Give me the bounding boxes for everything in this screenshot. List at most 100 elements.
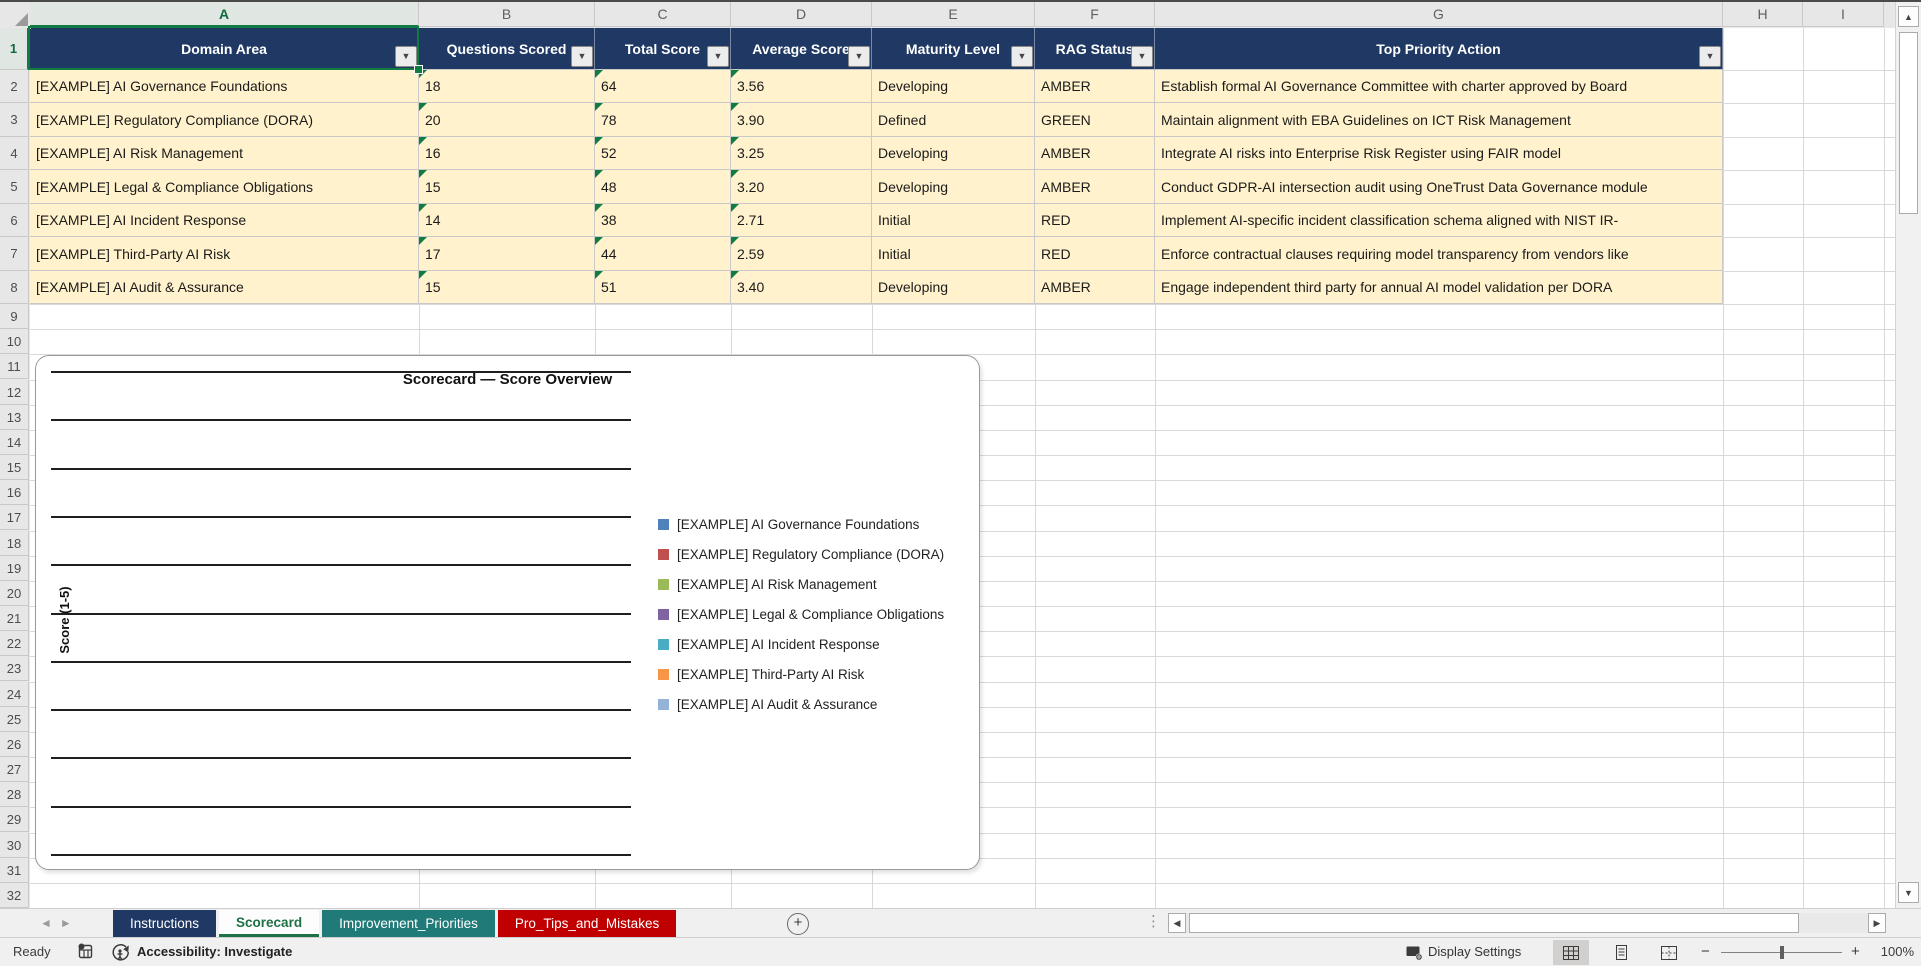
- table-cell[interactable]: 16: [419, 137, 595, 170]
- row-header-23[interactable]: 23: [0, 656, 29, 682]
- row-header-6[interactable]: 6: [0, 204, 29, 237]
- filter-dropdown-button[interactable]: ▼: [1699, 46, 1721, 67]
- table-cell[interactable]: Engage independent third party for annua…: [1155, 271, 1723, 304]
- filter-dropdown-button[interactable]: ▼: [707, 46, 729, 67]
- table-cell[interactable]: [EXAMPLE] AI Governance Foundations: [30, 70, 419, 103]
- column-header-C[interactable]: C: [595, 2, 731, 27]
- table-cell[interactable]: Integrate AI risks into Enterprise Risk …: [1155, 137, 1723, 170]
- row-header-1[interactable]: 1: [0, 28, 29, 70]
- sheet-tab-instructions[interactable]: Instructions: [113, 910, 217, 937]
- table-cell[interactable]: 15: [419, 271, 595, 304]
- table-header-cell[interactable]: Maturity Level ▼: [872, 28, 1035, 70]
- table-cell[interactable]: Defined: [872, 103, 1035, 137]
- table-cell[interactable]: 3.20: [731, 170, 872, 204]
- sheet-tab-pro_tips_and_mistakes[interactable]: Pro_Tips_and_Mistakes: [497, 910, 677, 937]
- table-cell[interactable]: 3.25: [731, 137, 872, 170]
- row-header-3[interactable]: 3: [0, 103, 29, 137]
- row-header-22[interactable]: 22: [0, 631, 29, 657]
- table-cell[interactable]: 2.59: [731, 237, 872, 271]
- scroll-down-button[interactable]: ▼: [1898, 882, 1919, 903]
- table-cell[interactable]: [EXAMPLE] Regulatory Compliance (DORA): [30, 103, 419, 137]
- table-cell[interactable]: 52: [595, 137, 731, 170]
- page-break-view-button[interactable]: [1651, 940, 1687, 965]
- row-header-9[interactable]: 9: [0, 304, 29, 330]
- zoom-in-button[interactable]: +: [1851, 943, 1860, 960]
- row-header-11[interactable]: 11: [0, 354, 29, 380]
- table-cell[interactable]: 38: [595, 204, 731, 237]
- tab-scroll-left-icon[interactable]: ◄: [40, 916, 60, 930]
- zoom-slider-thumb[interactable]: [1780, 946, 1784, 959]
- row-header-21[interactable]: 21: [0, 606, 29, 632]
- filter-dropdown-button[interactable]: ▼: [395, 46, 417, 67]
- row-header-8[interactable]: 8: [0, 271, 29, 304]
- table-cell[interactable]: Conduct GDPR-AI intersection audit using…: [1155, 170, 1723, 204]
- column-header-I[interactable]: I: [1803, 2, 1884, 27]
- row-header-19[interactable]: 19: [0, 555, 29, 581]
- row-header-18[interactable]: 18: [0, 530, 29, 556]
- table-cell[interactable]: Developing: [872, 170, 1035, 204]
- table-header-cell[interactable]: Top Priority Action ▼: [1155, 28, 1723, 70]
- row-header-26[interactable]: 26: [0, 731, 29, 757]
- row-header-25[interactable]: 25: [0, 706, 29, 732]
- column-header-B[interactable]: B: [419, 2, 595, 27]
- table-cell[interactable]: 3.56: [731, 70, 872, 103]
- table-cell[interactable]: RED: [1035, 237, 1155, 271]
- scroll-left-button[interactable]: ◀: [1168, 913, 1186, 933]
- filter-dropdown-button[interactable]: ▼: [1011, 46, 1033, 67]
- normal-view-button[interactable]: [1553, 940, 1589, 965]
- sheet-tab-scorecard[interactable]: Scorecard: [219, 910, 320, 937]
- table-cell[interactable]: Developing: [872, 271, 1035, 304]
- table-cell[interactable]: [EXAMPLE] AI Incident Response: [30, 204, 419, 237]
- table-header-cell[interactable]: Domain Area ▼: [30, 28, 419, 70]
- fill-handle[interactable]: [414, 65, 423, 74]
- table-header-cell[interactable]: Total Score ▼: [595, 28, 731, 70]
- table-cell[interactable]: 17: [419, 237, 595, 271]
- scroll-right-button[interactable]: ▶: [1868, 913, 1886, 933]
- sheet-tab-improvement_priorities[interactable]: Improvement_Priorities: [322, 910, 495, 937]
- row-header-7[interactable]: 7: [0, 237, 29, 271]
- table-cell[interactable]: [EXAMPLE] Legal & Compliance Obligations: [30, 170, 419, 204]
- filter-dropdown-button[interactable]: ▼: [1131, 46, 1153, 67]
- row-header-10[interactable]: 10: [0, 329, 29, 355]
- table-cell[interactable]: AMBER: [1035, 271, 1155, 304]
- tab-splitter-handle[interactable]: ⋮: [1146, 912, 1161, 930]
- vertical-scrollbar-thumb[interactable]: [1899, 32, 1918, 214]
- column-header-F[interactable]: F: [1035, 2, 1155, 27]
- row-header-24[interactable]: 24: [0, 681, 29, 707]
- column-header-H[interactable]: H: [1723, 2, 1803, 27]
- table-cell[interactable]: Enforce contractual clauses requiring mo…: [1155, 237, 1723, 271]
- chart-object[interactable]: Scorecard — Score Overview Score (1-5) […: [35, 355, 980, 870]
- filter-dropdown-button[interactable]: ▼: [571, 46, 593, 67]
- table-cell[interactable]: 14: [419, 204, 595, 237]
- table-cell[interactable]: Implement AI-specific incident classific…: [1155, 204, 1723, 237]
- sheet-nav-arrows[interactable]: ◄►: [40, 916, 80, 930]
- table-header-cell[interactable]: RAG Status ▼: [1035, 28, 1155, 70]
- row-header-28[interactable]: 28: [0, 782, 29, 808]
- table-cell[interactable]: [EXAMPLE] Third-Party AI Risk: [30, 237, 419, 271]
- table-cell[interactable]: 3.40: [731, 271, 872, 304]
- row-header-27[interactable]: 27: [0, 757, 29, 783]
- row-header-4[interactable]: 4: [0, 137, 29, 170]
- row-header-32[interactable]: 32: [0, 882, 29, 908]
- page-layout-view-button[interactable]: [1603, 940, 1639, 965]
- accessibility-status-label[interactable]: Accessibility: Investigate: [137, 944, 292, 959]
- column-header-G[interactable]: G: [1155, 2, 1723, 27]
- table-cell[interactable]: Maintain alignment with EBA Guidelines o…: [1155, 103, 1723, 137]
- table-cell[interactable]: AMBER: [1035, 137, 1155, 170]
- zoom-out-button[interactable]: −: [1701, 943, 1710, 960]
- table-cell[interactable]: Developing: [872, 70, 1035, 103]
- zoom-level-label[interactable]: 100%: [1878, 944, 1914, 959]
- vertical-scrollbar[interactable]: ▲ ▼: [1895, 2, 1921, 908]
- table-cell[interactable]: 18: [419, 70, 595, 103]
- table-cell[interactable]: 48: [595, 170, 731, 204]
- table-cell[interactable]: 15: [419, 170, 595, 204]
- column-header-A[interactable]: A: [30, 2, 419, 27]
- row-header-17[interactable]: 17: [0, 505, 29, 531]
- display-settings-button[interactable]: Display Settings: [1428, 944, 1521, 959]
- table-cell[interactable]: RED: [1035, 204, 1155, 237]
- row-header-30[interactable]: 30: [0, 832, 29, 858]
- scroll-up-button[interactable]: ▲: [1898, 6, 1919, 27]
- column-header-D[interactable]: D: [731, 2, 872, 27]
- table-cell[interactable]: Initial: [872, 237, 1035, 271]
- row-header-2[interactable]: 2: [0, 70, 29, 103]
